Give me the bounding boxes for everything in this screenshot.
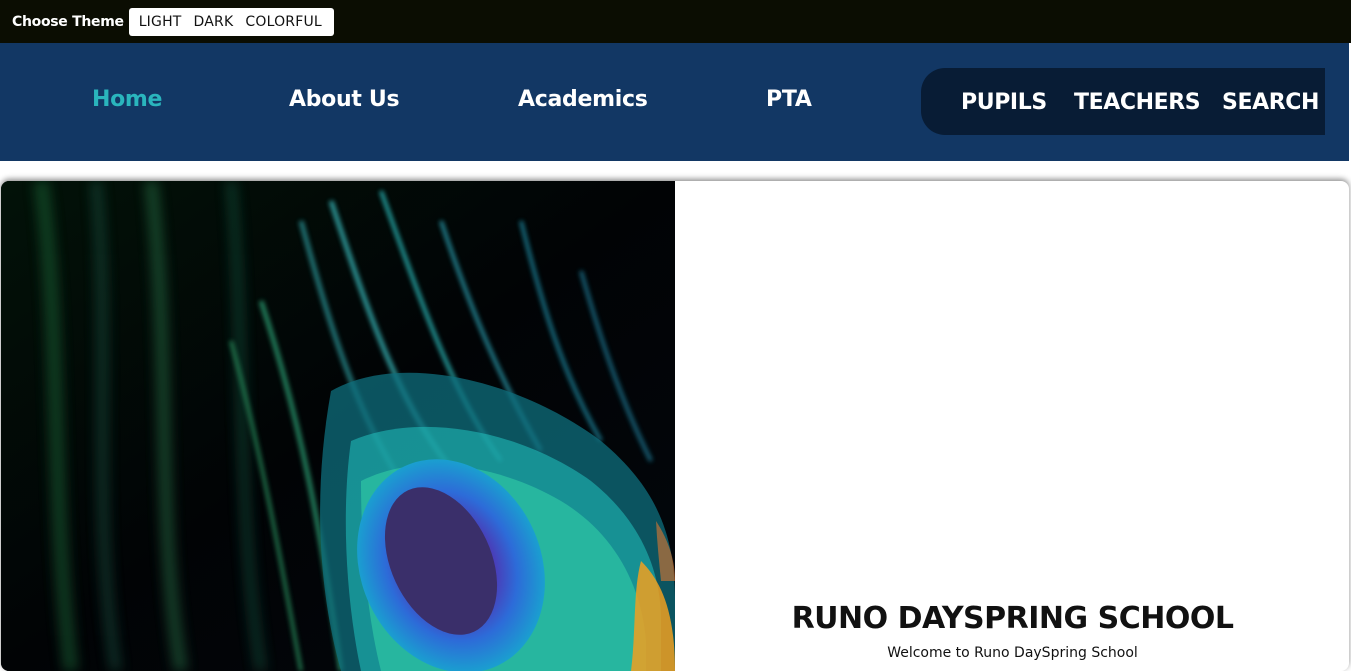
nav-link-pta[interactable]: PTA [766,87,812,112]
nav-link-pupils[interactable]: PUPILS [961,90,1047,115]
school-name-heading: RUNO DAYSPRING SCHOOL [791,601,1234,636]
hero-card: RUNO DAYSPRING SCHOOL Welcome to Runo Da… [1,181,1349,671]
nav-link-teachers[interactable]: TEACHERS [1074,90,1201,115]
theme-option-dark[interactable]: DARK [188,14,240,30]
welcome-text: Welcome to Runo DaySpring School [887,645,1138,661]
theme-options: LIGHT DARK COLORFUL [128,7,334,36]
nav-link-home[interactable]: Home [92,87,162,112]
theme-bar: Choose Theme LIGHT DARK COLORFUL [0,0,1351,43]
peacock-feather-image [1,181,675,671]
nav-link-search[interactable]: SEARCH [1222,90,1319,115]
nav-pill: PUPILS TEACHERS SEARCH [921,68,1325,135]
nav-link-about-us[interactable]: About Us [289,87,400,112]
hero-image [1,181,675,671]
theme-option-colorful[interactable]: COLORFUL [239,14,328,30]
main-navbar: Home About Us Academics PTA PUPILS TEACH… [0,43,1349,161]
theme-option-light[interactable]: LIGHT [133,14,188,30]
theme-label: Choose Theme [12,13,124,30]
nav-link-academics[interactable]: Academics [518,87,648,112]
